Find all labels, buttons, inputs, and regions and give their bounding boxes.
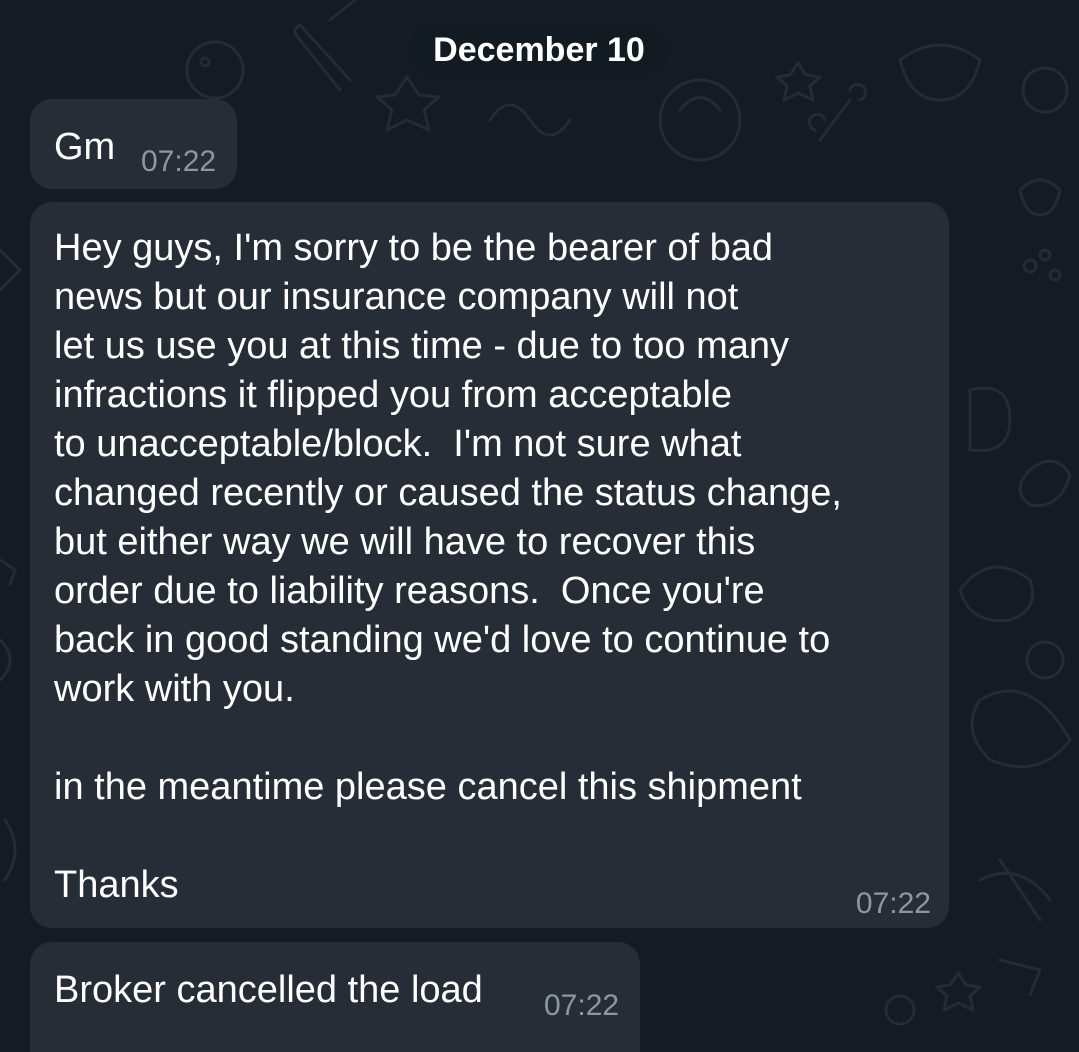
message-text: Hey guys, I'm sorry to be the bearer of … — [54, 227, 842, 906]
message-bubble[interactable]: Hey guys, I'm sorry to be the bearer of … — [30, 202, 949, 928]
message-bubble[interactable]: Broker cancelled the load 07:22 — [30, 942, 640, 1052]
message-timestamp: 07:22 — [855, 887, 931, 920]
message-timestamp: 07:22 — [544, 989, 620, 1022]
message-timestamp: 07:22 — [141, 145, 217, 178]
date-separator: December 10 — [410, 24, 668, 76]
message-text: Gm — [54, 126, 116, 168]
message-text: Broker cancelled the load — [54, 969, 483, 1011]
message-bubble[interactable]: Gm 07:22 — [30, 99, 237, 189]
